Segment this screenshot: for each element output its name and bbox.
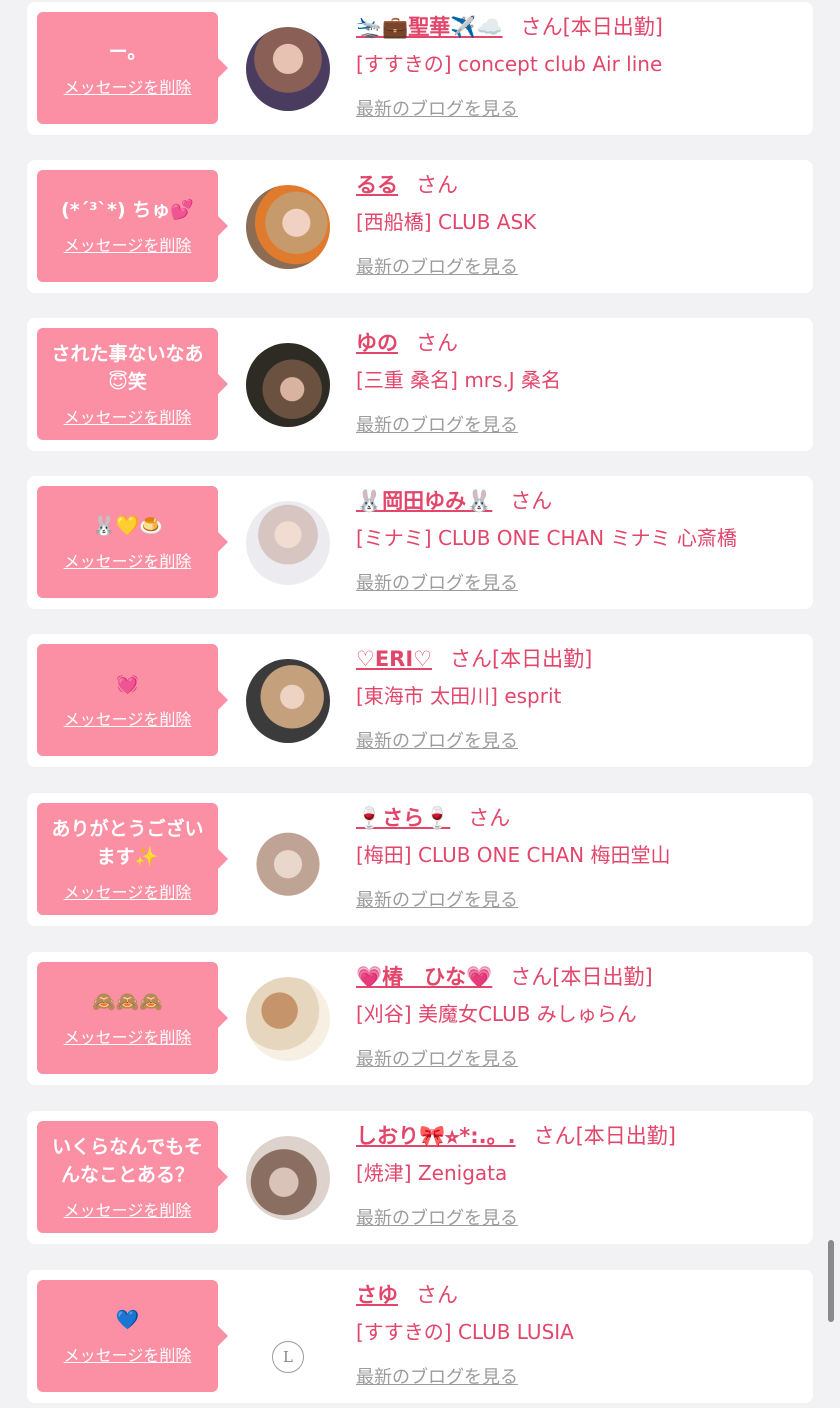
message-text: 💙: [115, 1309, 140, 1331]
avatar[interactable]: L: [246, 1295, 330, 1379]
blog-link[interactable]: 最新のブログを見る: [356, 253, 518, 279]
delete-message-link[interactable]: メッセージを削除: [64, 706, 192, 730]
list-item: (*´³`*) ちゅ💕 メッセージを削除 るる さん [西船橋] CLUB ASK…: [27, 160, 813, 293]
message-text: いくらなんでもそんなことある？: [52, 1136, 203, 1186]
avatar[interactable]: [246, 27, 330, 111]
cast-info: ゆの さん [三重 桑名] mrs.J 桑名 最新のブログを見る: [356, 328, 803, 437]
delete-message-link[interactable]: メッセージを削除: [64, 879, 192, 903]
list-item: 💙 メッセージを削除 L さゆ さん [すすきの] CLUB LUSIA 最新のブ…: [27, 1270, 813, 1403]
avatar[interactable]: [246, 501, 330, 585]
honorific: さん: [510, 965, 553, 989]
cast-name-link[interactable]: 🛬💼聖華✈️☁️: [356, 15, 503, 39]
avatar[interactable]: [246, 343, 330, 427]
avatar[interactable]: [246, 977, 330, 1061]
message-bubble: (*´³`*) ちゅ💕 メッセージを削除: [37, 170, 228, 282]
blog-link[interactable]: 最新のブログを見る: [356, 95, 518, 121]
honorific: さん: [533, 1124, 576, 1148]
shop-label: [すすきの] CLUB LUSIA: [356, 1320, 574, 1344]
status-badge: [本日出勤]: [562, 15, 663, 39]
cast-info: るる さん [西船橋] CLUB ASK 最新のブログを見る: [356, 170, 803, 279]
blog-link[interactable]: 最新のブログを見る: [356, 411, 518, 437]
cast-name-link[interactable]: 🍷さら🍷: [356, 806, 450, 830]
cast-name-link[interactable]: さゆ: [356, 1283, 398, 1307]
status-badge: [本日出勤]: [575, 1124, 676, 1148]
message-text: 💓: [115, 673, 140, 695]
list-item: 🐰💛🍮 メッセージを削除 🐰岡田ゆみ🐰 さん [ミナミ] CLUB ONE CHA…: [27, 476, 813, 609]
avatar[interactable]: [246, 659, 330, 743]
blog-link[interactable]: 最新のブログを見る: [356, 1204, 518, 1230]
message-bubble: 💓 メッセージを削除: [37, 644, 228, 756]
honorific: さん: [520, 15, 563, 39]
list-item: いくらなんでもそんなことある？ メッセージを削除 しおり🎀⭐︎*:.。. さん[本…: [27, 1111, 813, 1244]
avatar[interactable]: [246, 818, 330, 902]
shop-label: [ミナミ] CLUB ONE CHAN ミナミ 心斎橋: [356, 526, 737, 550]
message-text: された事ないなあ😇笑: [51, 343, 204, 393]
honorific: さん: [449, 647, 492, 671]
cast-info: ♡ERI♡ さん[本日出勤] [東海市 太田川] esprit 最新のブログを見る: [356, 644, 803, 753]
message-text: 🐰💛🍮: [92, 515, 163, 537]
shop-label: [すすきの] concept club Air line: [356, 52, 663, 76]
delete-message-link[interactable]: メッセージを削除: [64, 1342, 192, 1366]
message-bubble: 🙈🙈🙈 メッセージを削除: [37, 962, 228, 1074]
cast-info: 🛬💼聖華✈️☁️ さん[本日出勤] [すすきの] concept club Air…: [356, 12, 803, 121]
blog-link[interactable]: 最新のブログを見る: [356, 1045, 518, 1071]
shop-label: [三重 桑名] mrs.J 桑名: [356, 368, 562, 392]
delete-message-link[interactable]: メッセージを削除: [64, 232, 192, 256]
cast-name-link[interactable]: しおり🎀⭐︎*:.。.: [356, 1124, 516, 1148]
list-item: された事ないなあ😇笑 メッセージを削除 ゆの さん [三重 桑名] mrs.J 桑…: [27, 318, 813, 451]
cast-name-link[interactable]: 🐰岡田ゆみ🐰: [356, 489, 492, 513]
shop-label: [東海市 太田川] esprit: [356, 684, 562, 708]
delete-message-link[interactable]: メッセージを削除: [64, 404, 192, 428]
delete-message-link[interactable]: メッセージを削除: [64, 1197, 192, 1221]
message-text: ありがとうございます✨: [51, 818, 204, 868]
cast-name-link[interactable]: ♡ERI♡: [356, 647, 432, 671]
shop-label: [焼津] Zenigata: [356, 1161, 508, 1185]
blog-link[interactable]: 最新のブログを見る: [356, 727, 518, 753]
shop-label: [刈谷] 美魔女CLUB みしゅらん: [356, 1002, 637, 1026]
avatar[interactable]: [246, 185, 330, 269]
cast-name-link[interactable]: るる: [356, 173, 398, 197]
cast-info: 🍷さら🍷 さん [梅田] CLUB ONE CHAN 梅田堂山 最新のブログを見る: [356, 803, 803, 912]
cast-info: しおり🎀⭐︎*:.。. さん[本日出勤] [焼津] Zenigata 最新のブログ…: [356, 1121, 803, 1230]
message-text: 🙈🙈🙈: [92, 991, 163, 1013]
delete-message-link[interactable]: メッセージを削除: [64, 74, 192, 98]
shop-label: [西船橋] CLUB ASK: [356, 210, 537, 234]
message-bubble: ありがとうございます✨ メッセージを削除: [37, 803, 228, 915]
list-item: ありがとうございます✨ メッセージを削除 🍷さら🍷 さん [梅田] CLUB ON…: [27, 793, 813, 926]
message-bubble: いくらなんでもそんなことある？ メッセージを削除: [37, 1121, 228, 1233]
blog-link[interactable]: 最新のブログを見る: [356, 1363, 518, 1389]
honorific: さん: [416, 331, 458, 355]
shop-label: [梅田] CLUB ONE CHAN 梅田堂山: [356, 843, 671, 867]
message-bubble: ー。 メッセージを削除: [37, 12, 228, 124]
honorific: さん: [468, 806, 511, 830]
honorific: さん: [416, 1283, 458, 1307]
cast-info: さゆ さん [すすきの] CLUB LUSIA 最新のブログを見る: [356, 1280, 803, 1389]
cast-info: 💗椿 ひな💗 さん[本日出勤] [刈谷] 美魔女CLUB みしゅらん 最新のブログ…: [356, 962, 803, 1071]
message-bubble: された事ないなあ😇笑 メッセージを削除: [37, 328, 228, 440]
cast-info: 🐰岡田ゆみ🐰 さん [ミナミ] CLUB ONE CHAN ミナミ 心斎橋 最新の…: [356, 486, 803, 595]
cast-name-link[interactable]: 💗椿 ひな💗: [356, 965, 492, 989]
blog-link[interactable]: 最新のブログを見る: [356, 886, 518, 912]
delete-message-link[interactable]: メッセージを削除: [64, 1024, 192, 1048]
message-text: ー。: [108, 41, 147, 63]
message-bubble: 💙 メッセージを削除: [37, 1280, 228, 1392]
scrollbar[interactable]: [828, 1240, 834, 1322]
list-item: 💓 メッセージを削除 ♡ERI♡ さん[本日出勤] [東海市 太田川] espri…: [27, 634, 813, 767]
status-badge: [本日出勤]: [552, 965, 653, 989]
list-item: 🙈🙈🙈 メッセージを削除 💗椿 ひな💗 さん[本日出勤] [刈谷] 美魔女CLUB…: [27, 952, 813, 1085]
avatar[interactable]: [246, 1136, 330, 1220]
status-badge: [本日出勤]: [491, 647, 593, 671]
blog-link[interactable]: 最新のブログを見る: [356, 569, 518, 595]
delete-message-link[interactable]: メッセージを削除: [64, 548, 192, 572]
list-item: ー。 メッセージを削除 🛬💼聖華✈️☁️ さん[本日出勤] [すすきの] conc…: [27, 2, 813, 135]
honorific: さん: [510, 489, 553, 513]
message-bubble: 🐰💛🍮 メッセージを削除: [37, 486, 228, 598]
cast-name-link[interactable]: ゆの: [356, 331, 398, 355]
message-text: (*´³`*) ちゅ💕: [61, 199, 194, 221]
shop-logo: L: [272, 1341, 304, 1373]
honorific: さん: [416, 173, 458, 197]
